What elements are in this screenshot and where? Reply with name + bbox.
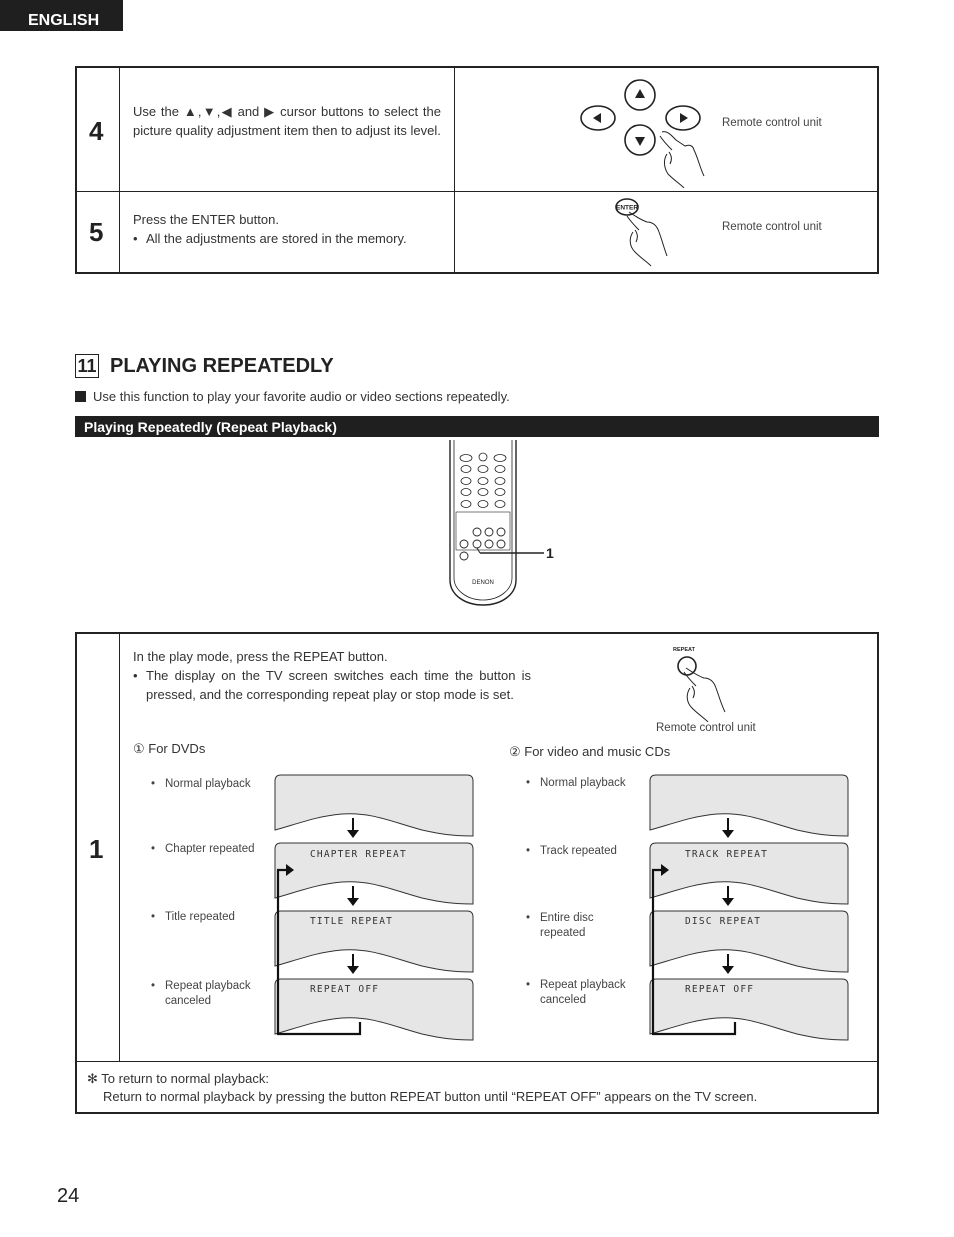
subheading-bar: Playing Repeatedly (Repeat Playback) [75, 416, 879, 437]
intro-text: Use this function to play your favorite … [93, 389, 510, 404]
illustration-caption: Remote control unit [656, 722, 756, 734]
enter-button-label: ENTER [616, 205, 638, 212]
up-button-icon [624, 79, 656, 111]
language-label: ENGLISH [28, 12, 100, 29]
screen-text: DISC REPEAT [685, 916, 762, 927]
down-button-icon [624, 124, 656, 156]
dvd-item-label: Chapter repeated [151, 842, 254, 857]
square-bullet-icon [75, 391, 86, 402]
pointing-hand-icon [626, 211, 668, 267]
repeat-button-icon [472, 539, 482, 549]
cd-screen-flow [649, 774, 849, 1041]
cd-column-title: ② For video and music CDs [509, 744, 671, 759]
section-number: 11 [75, 354, 99, 378]
repeat-button-label: REPEAT [673, 647, 696, 653]
down-arrow-icons [722, 818, 734, 974]
divider [119, 634, 120, 1061]
divider [77, 191, 877, 192]
screen-text: CHAPTER REPEAT [310, 849, 407, 860]
cd-item-label: Track repeated [526, 844, 617, 859]
down-arrow-icons [347, 818, 359, 974]
divider [119, 68, 120, 272]
steps-table-top: 4 Use the ▲,▼,◀ and ▶ cursor buttons to … [75, 66, 879, 274]
step-number: 4 [89, 116, 104, 146]
dvd-item-label: Title repeated [151, 910, 235, 925]
tv-screen [649, 774, 849, 837]
bullet-text: All the adjustments are stored in the me… [146, 231, 407, 246]
step-text-block: Press the ENTER button. • All the adjust… [133, 210, 443, 248]
cd-item-label: Repeat playback canceled [526, 978, 635, 1008]
dvd-item-label: Normal playback [151, 777, 251, 792]
illustration-caption: Remote control unit [722, 221, 822, 233]
section-intro: Use this function to play your favorite … [75, 389, 510, 404]
footnote: ✻ To return to normal playback: Return t… [87, 1070, 867, 1106]
footnote-text: Return to normal playback by pressing th… [103, 1089, 758, 1104]
right-button-icon [665, 105, 701, 131]
screen-text: TITLE REPEAT [310, 916, 394, 927]
steps-table-main: 1 In the play mode, press the REPEAT but… [75, 632, 879, 1114]
footnote-marker-icon: ✻ [87, 1071, 98, 1086]
subheading: Playing Repeatedly (Repeat Playback) [84, 419, 337, 435]
step-text: Use the ▲,▼,◀ and ▶ cursor buttons to se… [133, 104, 441, 138]
enter-button-icon: ENTER [615, 198, 639, 216]
dvd-column-title: ① For DVDs [133, 741, 206, 756]
dvd-item-label: Repeat playback canceled [151, 979, 260, 1009]
bullet-text: The display on the TV screen switches ea… [146, 668, 531, 702]
remote-control-illustration: 1 DENON [449, 440, 554, 606]
repeat-button-illustration: REPEAT [673, 647, 726, 722]
section-title: PLAYING REPEATEDLY [110, 355, 334, 377]
step-number: 5 [89, 217, 104, 247]
divider [454, 68, 455, 272]
cd-item-label: Entire disc repeated [526, 911, 620, 941]
screen-text: REPEAT OFF [310, 984, 380, 995]
illustration-caption: Remote control unit [722, 117, 822, 129]
pointing-hand-icon [659, 131, 705, 188]
step-text: Press the ENTER button. [133, 212, 279, 227]
step-text-block: In the play mode, press the REPEAT butto… [133, 647, 531, 704]
pointing-hand-icon [683, 667, 726, 722]
step-text: In the play mode, press the REPEAT butto… [133, 649, 388, 664]
cd-item-label: Normal playback [526, 776, 626, 791]
tv-screen [274, 774, 474, 837]
step-bullet: • All the adjustments are stored in the … [133, 231, 407, 246]
remote-brand: DENON [472, 580, 494, 586]
step-bullet: • The display on the TV screen switches … [133, 668, 531, 702]
enter-button-illustration: ENTER [615, 198, 668, 267]
callout-number: 1 [546, 545, 554, 561]
divider [77, 1061, 877, 1062]
dvd-screen-flow [274, 774, 474, 1041]
left-button-icon [580, 105, 616, 131]
footnote-title: To return to normal playback: [101, 1071, 269, 1086]
cursor-buttons-illustration [580, 79, 705, 188]
page-number: 24 [57, 1185, 80, 1207]
step-number: 1 [89, 834, 104, 864]
screen-text: TRACK REPEAT [685, 849, 769, 860]
screen-text: REPEAT OFF [685, 984, 755, 995]
language-tab: ENGLISH [0, 0, 123, 31]
